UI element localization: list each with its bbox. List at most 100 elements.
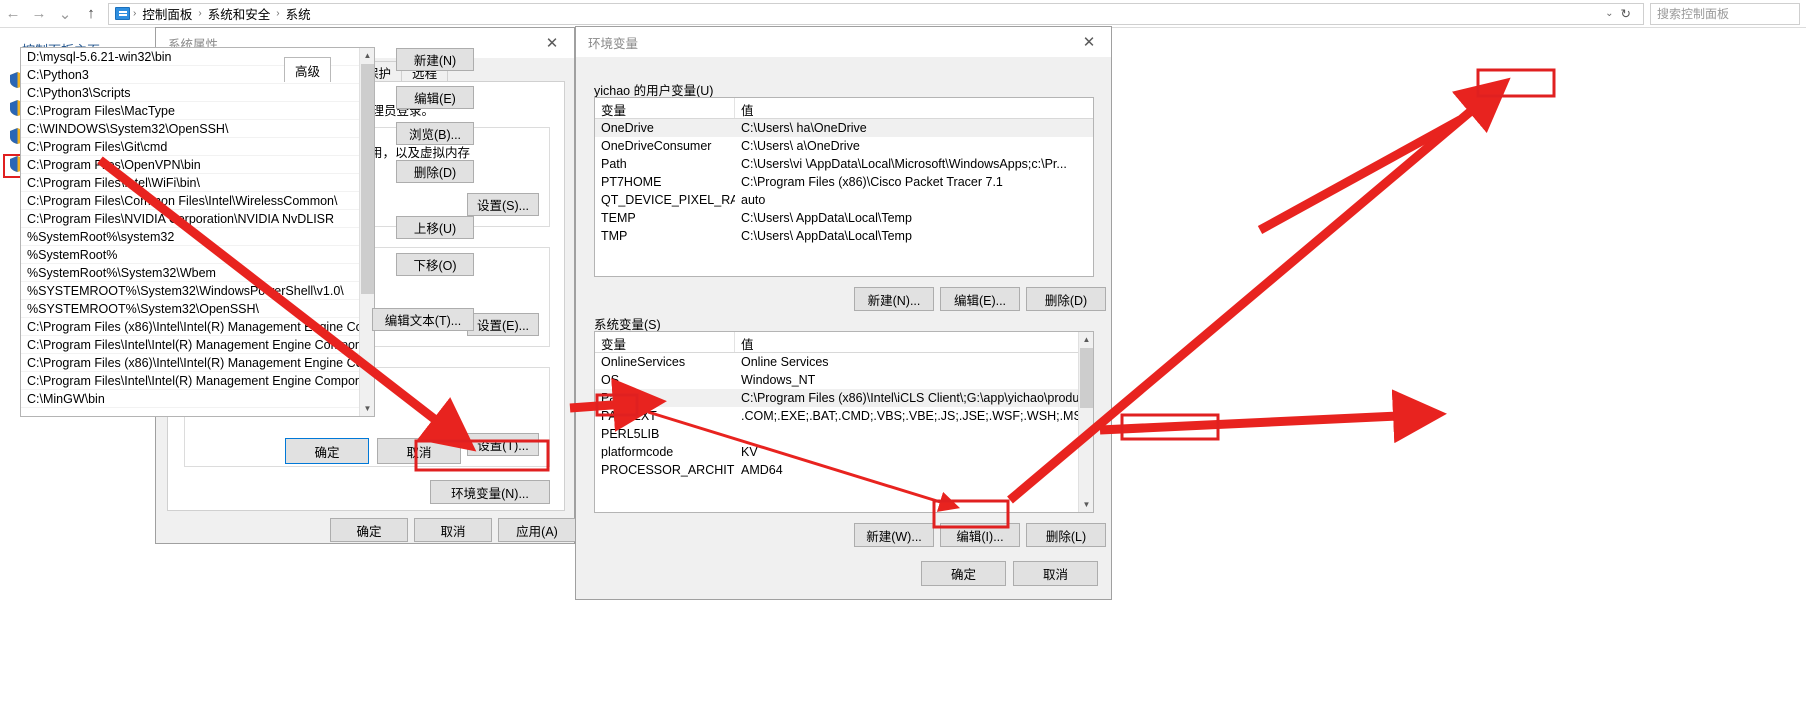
- path-move-down-button[interactable]: 下移(O): [396, 253, 474, 276]
- list-item[interactable]: C:\Program Files\Intel\WiFi\bin\: [21, 174, 374, 192]
- list-item[interactable]: %SystemRoot%\System32\Wbem: [21, 264, 374, 282]
- search-input[interactable]: 搜索控制面板: [1650, 2, 1800, 25]
- column-header-name: 变量: [595, 332, 735, 352]
- path-browse-button[interactable]: 浏览(B)...: [396, 122, 474, 145]
- highlight-box-new-button: [1476, 68, 1556, 98]
- user-profiles-settings-button[interactable]: 设置(E)...: [467, 313, 539, 336]
- scroll-up-icon[interactable]: ▲: [1079, 332, 1093, 347]
- back-button[interactable]: ←: [0, 1, 26, 27]
- scroll-up-icon[interactable]: ▲: [360, 48, 375, 63]
- table-row[interactable]: PT7HOME C:\Program Files (x86)\Cisco Pac…: [595, 173, 1093, 191]
- system-properties-cancel-button[interactable]: 取消: [414, 518, 492, 542]
- system-variables-delete-button[interactable]: 删除(L): [1026, 523, 1106, 547]
- table-row[interactable]: platformcode KV: [595, 443, 1093, 461]
- edit-env-ok-button[interactable]: 确定: [285, 438, 369, 464]
- variable-value: C:\Users\ AppData\Local\Temp: [741, 211, 912, 225]
- variable-value: .COM;.EXE;.BAT;.CMD;.VBS;.VBE;.JS;.JSE;.…: [741, 409, 1091, 423]
- variable-name: TMP: [601, 229, 628, 243]
- list-item[interactable]: C:\WINDOWS\System32\OpenSSH\: [21, 120, 374, 138]
- column-header-name: 变量: [595, 98, 735, 118]
- variable-name: PT7HOME: [601, 175, 662, 189]
- list-item[interactable]: C:\Python3\Scripts: [21, 84, 374, 102]
- scrollbar-thumb[interactable]: [1080, 348, 1093, 408]
- variable-name: PROCESSOR_ARCHITECT...: [601, 463, 735, 477]
- table-row[interactable]: TEMP C:\Users\ AppData\Local\Temp: [595, 209, 1093, 227]
- scroll-down-icon[interactable]: ▼: [360, 401, 375, 416]
- annotation-arrow-5: [1099, 389, 1447, 444]
- path-entries-list[interactable]: D:\mysql-5.6.21-win32\bin C:\Python3 C:\…: [20, 47, 375, 417]
- table-row[interactable]: OneDrive C:\Users\ ha\OneDrive: [595, 119, 1093, 137]
- user-variables-table[interactable]: 变量 值 OneDrive C:\Users\ ha\OneDrive OneD…: [594, 97, 1094, 277]
- user-variables-delete-button[interactable]: 删除(D): [1026, 287, 1106, 311]
- variable-name: TEMP: [601, 211, 636, 225]
- recent-locations-button[interactable]: ⌄: [52, 1, 78, 27]
- variable-name: PERL5LIB: [601, 427, 660, 441]
- path-new-button[interactable]: 新建(N): [396, 48, 474, 71]
- table-row[interactable]: Path C:\Program Files (x86)\Intel\iCLS C…: [595, 389, 1093, 407]
- startup-recovery-settings-button[interactable]: 设置(T)...: [467, 433, 539, 456]
- environment-variables-button[interactable]: 环境变量(N)...: [430, 480, 550, 504]
- system-variables-new-button[interactable]: 新建(W)...: [854, 523, 934, 547]
- list-item[interactable]: %SystemRoot%\system32: [21, 228, 374, 246]
- breadcrumb-item-control-panel[interactable]: 控制面板: [137, 4, 197, 23]
- environment-variables-cancel-button[interactable]: 取消: [1013, 561, 1098, 586]
- environment-variables-window: 环境变量 ✕ yichao 的用户变量(U) 变量 值 OneDrive C:\…: [575, 26, 1112, 600]
- variable-value: Online Services: [741, 355, 829, 369]
- path-edit-button[interactable]: 编辑(E): [396, 86, 474, 109]
- list-item[interactable]: C:\Program Files\MacType: [21, 102, 374, 120]
- list-item[interactable]: %SYSTEMROOT%\System32\OpenSSH\: [21, 300, 374, 318]
- refresh-icon[interactable]: ↻: [1615, 6, 1637, 21]
- list-item[interactable]: %SystemRoot%: [21, 246, 374, 264]
- list-item[interactable]: C:\Program Files\OpenVPN\bin: [21, 156, 374, 174]
- up-button[interactable]: ↑: [78, 1, 104, 27]
- list-item[interactable]: C:\Program Files (x86)\Intel\Intel(R) Ma…: [21, 318, 374, 336]
- breadcrumb-item-system[interactable]: 系统: [281, 4, 316, 23]
- system-variables-edit-button[interactable]: 编辑(I)...: [940, 523, 1020, 547]
- edit-env-cancel-button[interactable]: 取消: [377, 438, 461, 464]
- scroll-down-icon[interactable]: ▼: [1079, 497, 1093, 512]
- table-row[interactable]: PATHEXT .COM;.EXE;.BAT;.CMD;.VBS;.VBE;.J…: [595, 407, 1093, 425]
- user-variables-new-button[interactable]: 新建(N)...: [854, 287, 934, 311]
- user-variables-table-header: 变量 值: [595, 98, 1093, 119]
- environment-variables-ok-button[interactable]: 确定: [921, 561, 1006, 586]
- path-move-up-button[interactable]: 上移(U): [396, 216, 474, 239]
- scrollbar-thumb[interactable]: [361, 64, 374, 294]
- table-row[interactable]: OS Windows_NT: [595, 371, 1093, 389]
- breadcrumb-item-system-security[interactable]: 系统和安全: [203, 4, 276, 23]
- table-row[interactable]: QT_DEVICE_PIXEL_RATIO auto: [595, 191, 1093, 209]
- path-delete-button[interactable]: 删除(D): [396, 160, 474, 183]
- list-item[interactable]: %SYSTEMROOT%\System32\WindowsPowerShell\…: [21, 282, 374, 300]
- system-variables-table[interactable]: 变量 值 OnlineServices Online Services OS W…: [594, 331, 1094, 513]
- list-item[interactable]: C:\Program Files\NVIDIA Corporation\NVID…: [21, 210, 374, 228]
- close-icon[interactable]: ✕: [1067, 27, 1111, 57]
- list-item[interactable]: C:\Program Files\Git\cmd: [21, 138, 374, 156]
- system-properties-ok-button[interactable]: 确定: [330, 518, 408, 542]
- path-edit-text-button[interactable]: 编辑文本(T)...: [372, 308, 474, 331]
- variable-name: OneDrive: [601, 121, 654, 135]
- highlight-box-mingw-path: [1120, 413, 1220, 441]
- list-item[interactable]: C:\Program Files\Intel\Intel(R) Manageme…: [21, 336, 374, 354]
- performance-settings-button[interactable]: 设置(S)...: [467, 193, 539, 216]
- list-item[interactable]: C:\Program Files\Common Files\Intel\Wire…: [21, 192, 374, 210]
- chevron-down-icon[interactable]: ⌄: [1604, 8, 1614, 19]
- variable-value: C:\Program Files (x86)\Intel\iCLS Client…: [741, 391, 1090, 405]
- close-icon[interactable]: ✕: [530, 28, 574, 58]
- tab-advanced[interactable]: 高级: [284, 57, 332, 82]
- forward-button[interactable]: →: [26, 1, 52, 27]
- table-row[interactable]: OnlineServices Online Services: [595, 353, 1093, 371]
- system-variables-scrollbar[interactable]: ▲ ▼: [1078, 332, 1093, 512]
- user-variables-edit-button[interactable]: 编辑(E)...: [940, 287, 1020, 311]
- table-row[interactable]: PROCESSOR_ARCHITECT... AMD64: [595, 461, 1093, 479]
- list-item[interactable]: C:\MinGW\bin: [21, 390, 374, 408]
- list-item[interactable]: C:\Program Files\Intel\Intel(R) Manageme…: [21, 372, 374, 390]
- table-row[interactable]: Path C:\Users\vi \AppData\Local\Microsof…: [595, 155, 1093, 173]
- variable-value: C:\Users\ ha\OneDrive: [741, 121, 867, 135]
- system-properties-apply-button[interactable]: 应用(A): [498, 518, 576, 542]
- table-row[interactable]: PERL5LIB: [595, 425, 1093, 443]
- list-item[interactable]: C:\Program Files (x86)\Intel\Intel(R) Ma…: [21, 354, 374, 372]
- breadcrumb[interactable]: › 控制面板 › 系统和安全 › 系统 ⌄ ↻: [108, 2, 1644, 25]
- explorer-toolbar: ← → ⌄ ↑ › 控制面板 › 系统和安全 › 系统 ⌄ ↻ 搜索控制面板: [0, 0, 1806, 28]
- path-list-scrollbar[interactable]: ▲ ▼: [359, 48, 374, 416]
- table-row[interactable]: OneDriveConsumer C:\Users\ a\OneDrive: [595, 137, 1093, 155]
- table-row[interactable]: TMP C:\Users\ AppData\Local\Temp: [595, 227, 1093, 245]
